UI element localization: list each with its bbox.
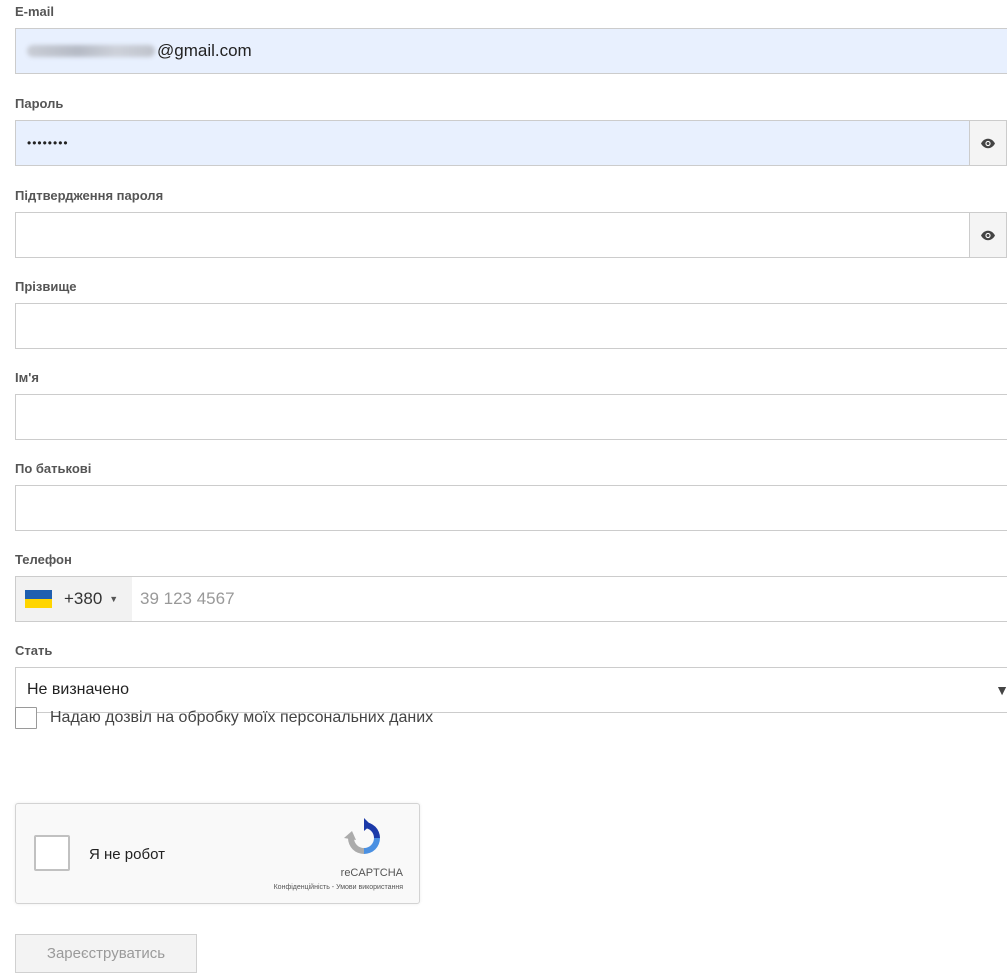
eye-icon [981,138,995,148]
country-code-dropdown[interactable]: +380 ▼ [16,577,132,621]
caret-down-icon: ▼ [109,594,119,604]
first-name-label: Ім'я [15,370,39,385]
recaptcha-label: Я не робот [89,846,165,863]
password-label: Пароль [15,96,64,111]
recaptcha-brand: reCAPTCHA [340,867,403,879]
password-input[interactable]: •••••••• [15,120,1007,166]
first-name-input[interactable] [15,394,1007,440]
consent-checkbox[interactable] [15,707,37,729]
gender-group: Стать Не визначено ▼ [15,642,1007,713]
register-button[interactable]: Зареєструватись [15,934,197,973]
recaptcha-checkbox[interactable] [34,835,70,871]
phone-label: Телефон [15,552,72,567]
eye-icon [981,230,995,240]
show-password-confirm-button[interactable] [969,212,1007,258]
gender-label: Стать [15,643,53,658]
last-name-group: Прізвище [15,278,1007,349]
consent-row: Надаю дозвіл на обробку моїх персональни… [15,706,433,730]
password-confirm-label: Підтвердження пароля [15,188,164,203]
gender-selected: Не визначено [27,681,130,698]
middle-name-group: По батькові [15,460,1007,531]
phone-field: +380 ▼ 39 123 4567 [15,576,1007,622]
caret-down-icon: ▼ [995,682,1007,698]
email-redacted-part [27,45,155,57]
phone-group: Телефон +380 ▼ 39 123 4567 [15,551,1007,622]
password-confirm-input[interactable] [15,212,1007,258]
last-name-label: Прізвище [15,279,77,294]
email-input[interactable]: @gmail.com [15,28,1007,74]
email-label: E-mail [15,4,55,19]
recaptcha-links[interactable]: Конфіденційність - Умови використання [274,884,403,891]
middle-name-input[interactable] [15,485,1007,531]
password-group: Пароль •••••••• [15,95,1007,166]
consent-label[interactable]: Надаю дозвіл на обробку моїх персональни… [50,709,433,727]
first-name-group: Ім'я [15,369,1007,440]
password-value: •••••••• [27,136,69,150]
country-code: +380 [64,589,103,608]
recaptcha-logo-icon [344,818,380,854]
middle-name-label: По батькові [15,461,92,476]
email-value: @gmail.com [157,41,252,60]
ukraine-flag-icon [25,590,52,608]
password-confirm-group: Підтвердження пароля [15,187,1007,258]
last-name-input[interactable] [15,303,1007,349]
phone-input[interactable]: 39 123 4567 [140,577,235,621]
show-password-button[interactable] [969,120,1007,166]
email-group: E-mail @gmail.com [15,3,1007,74]
recaptcha-widget: Я не робот reCAPTCHA Конфіденційність - … [15,803,420,904]
